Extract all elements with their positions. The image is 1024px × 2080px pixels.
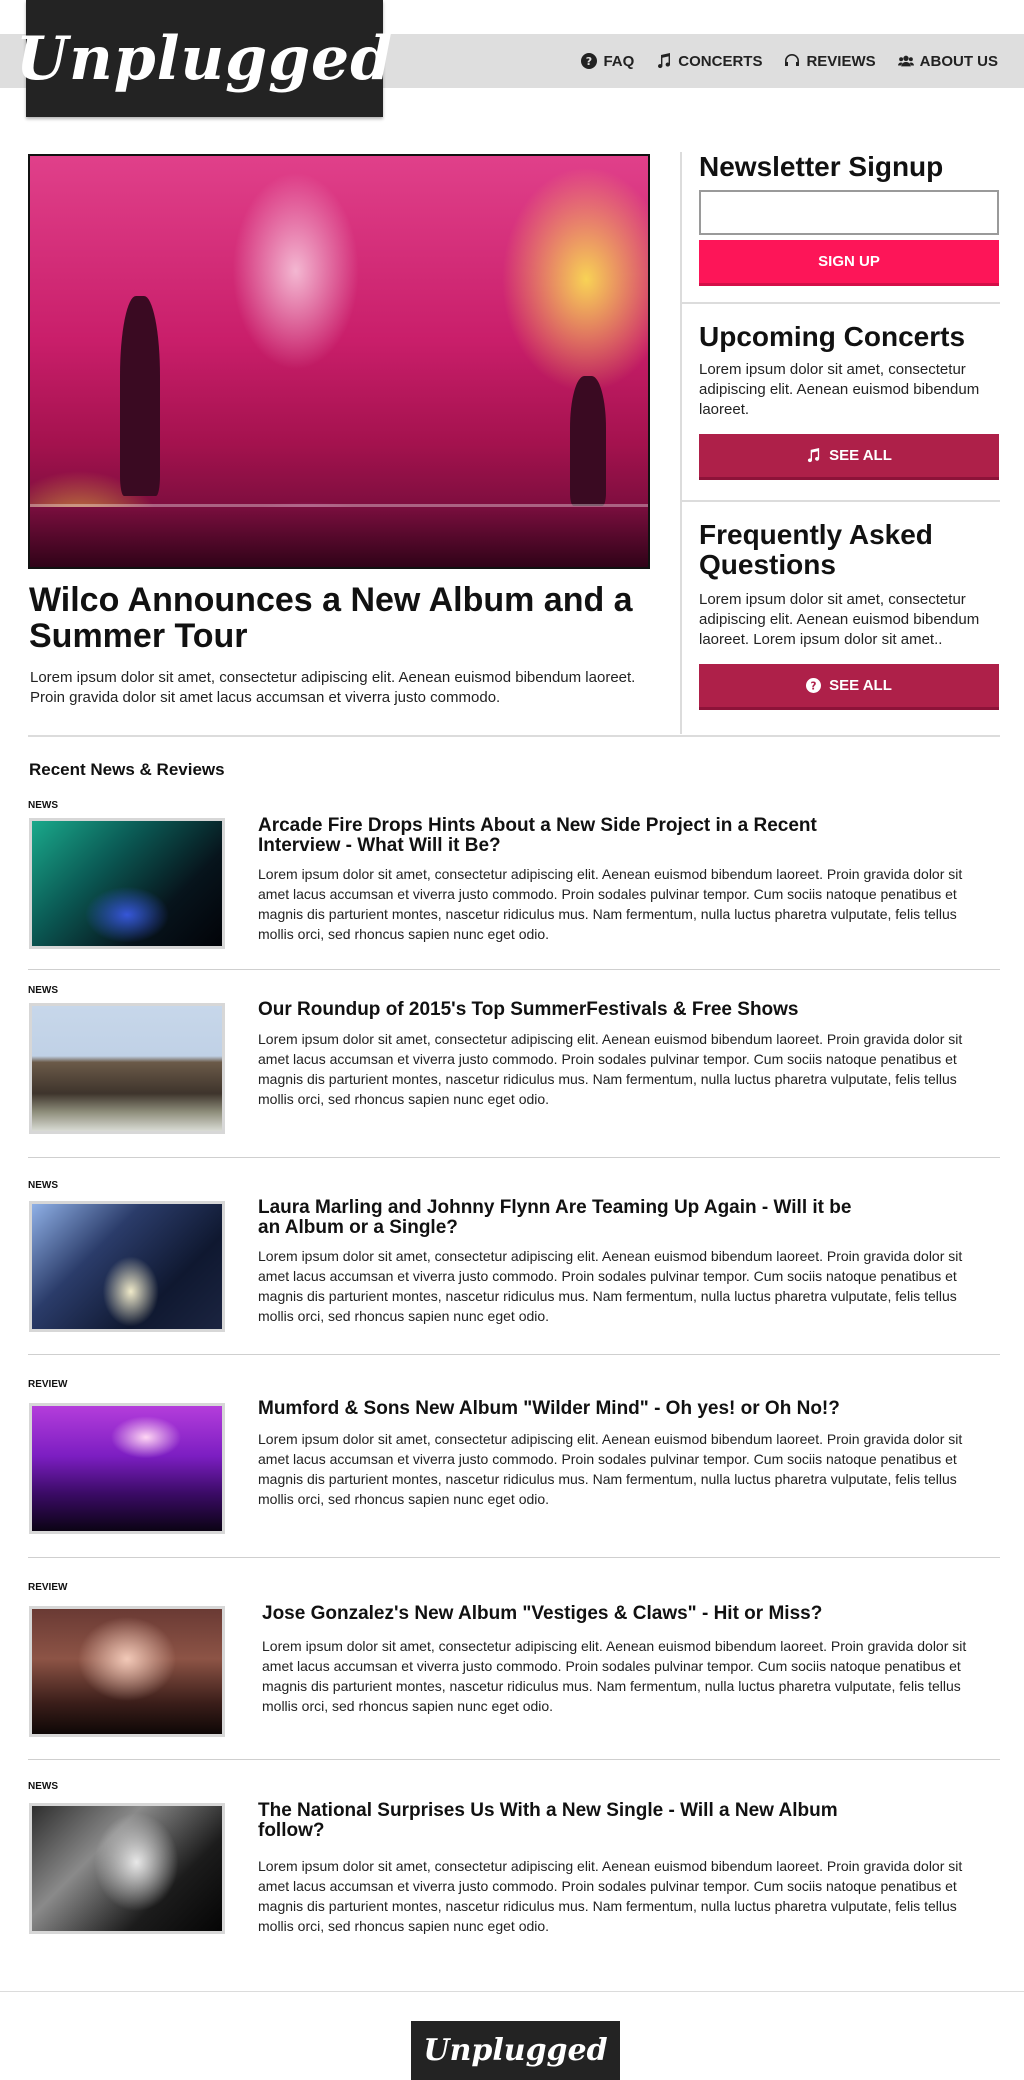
newsletter-email-input[interactable]	[699, 190, 999, 235]
item-divider	[28, 969, 1000, 970]
hero-image[interactable]	[28, 154, 650, 569]
item-body: Lorem ipsum dolor sit amet, consectetur …	[258, 1031, 963, 1107]
item-divider	[28, 1557, 1000, 1558]
upcoming-concerts: Upcoming Concerts Lorem ipsum dolor sit …	[699, 322, 999, 480]
item-title[interactable]: Arcade Fire Drops Hints About a New Side…	[258, 816, 858, 856]
newsletter-signup: Newsletter Signup SIGN UP	[699, 152, 999, 286]
item-body: Lorem ipsum dolor sit amet, consectetur …	[258, 866, 963, 942]
item-title[interactable]: The National Surprises Us With a New Sin…	[258, 1801, 858, 1841]
item-divider	[28, 1759, 1000, 1760]
hero-stage-floor	[30, 507, 648, 567]
item-tag: NEWS	[28, 1781, 58, 1792]
users-icon	[897, 55, 914, 67]
signup-button-label: SIGN UP	[818, 253, 880, 270]
item-tag: NEWS	[28, 800, 58, 811]
nav-concerts[interactable]: CONCERTS	[656, 53, 762, 70]
main-nav: ? FAQ CONCERTS REVIEWS ABOUT US	[581, 34, 998, 88]
faq-title: Frequently Asked Questions	[699, 519, 933, 580]
item-divider	[28, 1354, 1000, 1355]
item-body: Lorem ipsum dolor sit amet, consectetur …	[258, 1431, 963, 1507]
item-body: Lorem ipsum dolor sit amet, consectetur …	[258, 1248, 963, 1324]
item-title[interactable]: Mumford & Sons New Album "Wilder Mind" -…	[258, 1399, 858, 1419]
nav-reviews[interactable]: REVIEWS	[784, 52, 876, 70]
faq-see-all-button[interactable]: ? SEE ALL	[699, 664, 999, 710]
nav-reviews-label: REVIEWS	[806, 52, 876, 70]
concerts-title: Upcoming Concerts	[699, 321, 966, 352]
headphones-icon	[785, 54, 800, 66]
signup-button[interactable]: SIGN UP	[699, 240, 999, 286]
item-tag: NEWS	[28, 985, 58, 996]
concerts-text: Lorem ipsum dolor sit amet, consectetur …	[699, 361, 980, 418]
faq-panel: Frequently Asked Questions Lorem ipsum d…	[699, 520, 999, 710]
faq-see-all-label: SEE ALL	[829, 677, 892, 694]
site-logo[interactable]: Unplugged	[16, 0, 392, 117]
nav-about-us[interactable]: ABOUT US	[897, 52, 998, 70]
nav-about-us-label: ABOUT US	[919, 52, 998, 70]
item-thumbnail[interactable]	[29, 1403, 225, 1534]
nav-faq-label: FAQ	[603, 52, 635, 70]
concerts-see-all-label: SEE ALL	[829, 447, 892, 464]
item-thumbnail[interactable]	[29, 1003, 225, 1134]
sidebar-divider	[680, 152, 682, 734]
music-note-icon	[807, 448, 820, 463]
item-thumbnail[interactable]	[29, 1201, 225, 1332]
logo-text: Unplugged	[15, 23, 394, 94]
footer-logo-text: Unplugged	[423, 2033, 608, 2068]
item-divider	[28, 1157, 1000, 1158]
hero-performer-figure	[120, 296, 160, 496]
svg-text:?: ?	[811, 680, 817, 692]
item-thumbnail[interactable]	[29, 1606, 225, 1737]
newsletter-title: Newsletter Signup	[699, 151, 944, 182]
svg-text:?: ?	[586, 55, 592, 68]
item-title[interactable]: Jose Gonzalez's New Album "Vestiges & Cl…	[262, 1604, 862, 1624]
question-circle-icon: ?	[806, 678, 822, 693]
footer-divider	[0, 1991, 1024, 1992]
faq-text: Lorem ipsum dolor sit amet, consectetur …	[699, 591, 980, 648]
item-body: Lorem ipsum dolor sit amet, consectetur …	[262, 1638, 967, 1714]
item-body: Lorem ipsum dolor sit amet, consectetur …	[258, 1858, 963, 1934]
question-circle-icon: ?	[581, 53, 598, 69]
sidebar-divider-2	[681, 500, 1000, 502]
item-thumbnail[interactable]	[29, 1803, 225, 1934]
nav-concerts-label: CONCERTS	[678, 52, 763, 70]
hero-performer-figure	[570, 376, 606, 506]
item-tag: NEWS	[28, 1180, 58, 1191]
music-note-icon	[658, 53, 671, 69]
footer-logo[interactable]: Unplugged	[411, 2021, 620, 2080]
concerts-see-all-button[interactable]: SEE ALL	[699, 434, 999, 480]
item-title[interactable]: Our Roundup of 2015's Top SummerFestival…	[258, 1000, 858, 1020]
item-title[interactable]: Laura Marling and Johnny Flynn Are Teami…	[258, 1198, 858, 1238]
sidebar-divider-1	[681, 302, 1000, 304]
hero-text: Lorem ipsum dolor sit amet, consectetur …	[30, 669, 636, 706]
recent-news-title: Recent News & Reviews	[29, 760, 225, 779]
item-tag: REVIEW	[28, 1379, 68, 1390]
nav-faq[interactable]: ? FAQ	[581, 53, 634, 70]
hero-title[interactable]: Wilco Announces a New Album and a Summer…	[29, 582, 649, 654]
item-thumbnail[interactable]	[29, 818, 225, 949]
section-divider	[28, 735, 1000, 737]
item-tag: REVIEW	[28, 1582, 68, 1593]
